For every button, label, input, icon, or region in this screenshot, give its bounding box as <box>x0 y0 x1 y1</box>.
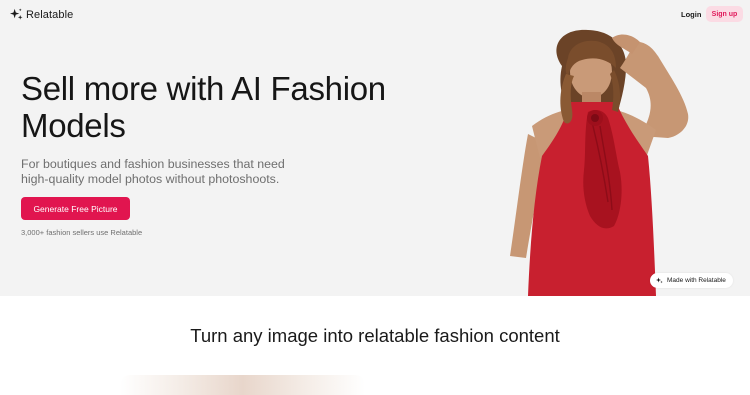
badge-label: Made with Relatable <box>667 277 726 284</box>
social-proof-text: 3,000+ fashion sellers use Relatable <box>21 228 143 237</box>
logo[interactable]: Relatable <box>10 8 73 21</box>
section-title: Turn any image into relatable fashion co… <box>190 325 560 346</box>
hero-subtitle: For boutiques and fashion businesses tha… <box>21 157 285 186</box>
hero-section: Relatable Login Sign up Sell more with A… <box>0 0 750 296</box>
logo-text: Relatable <box>26 8 74 21</box>
login-link[interactable]: Login <box>681 10 701 19</box>
preview-card <box>120 375 365 395</box>
sparkle-icon <box>10 8 23 20</box>
model-photo <box>510 29 689 296</box>
sparkle-icon <box>656 277 663 284</box>
made-with-relatable-badge[interactable]: Made with Relatable <box>650 273 733 288</box>
hero-headline: Sell more with AI Fashion Models <box>21 70 386 144</box>
signup-button[interactable]: Sign up <box>706 6 743 22</box>
generate-free-picture-button[interactable]: Generate Free Picture <box>21 197 130 220</box>
